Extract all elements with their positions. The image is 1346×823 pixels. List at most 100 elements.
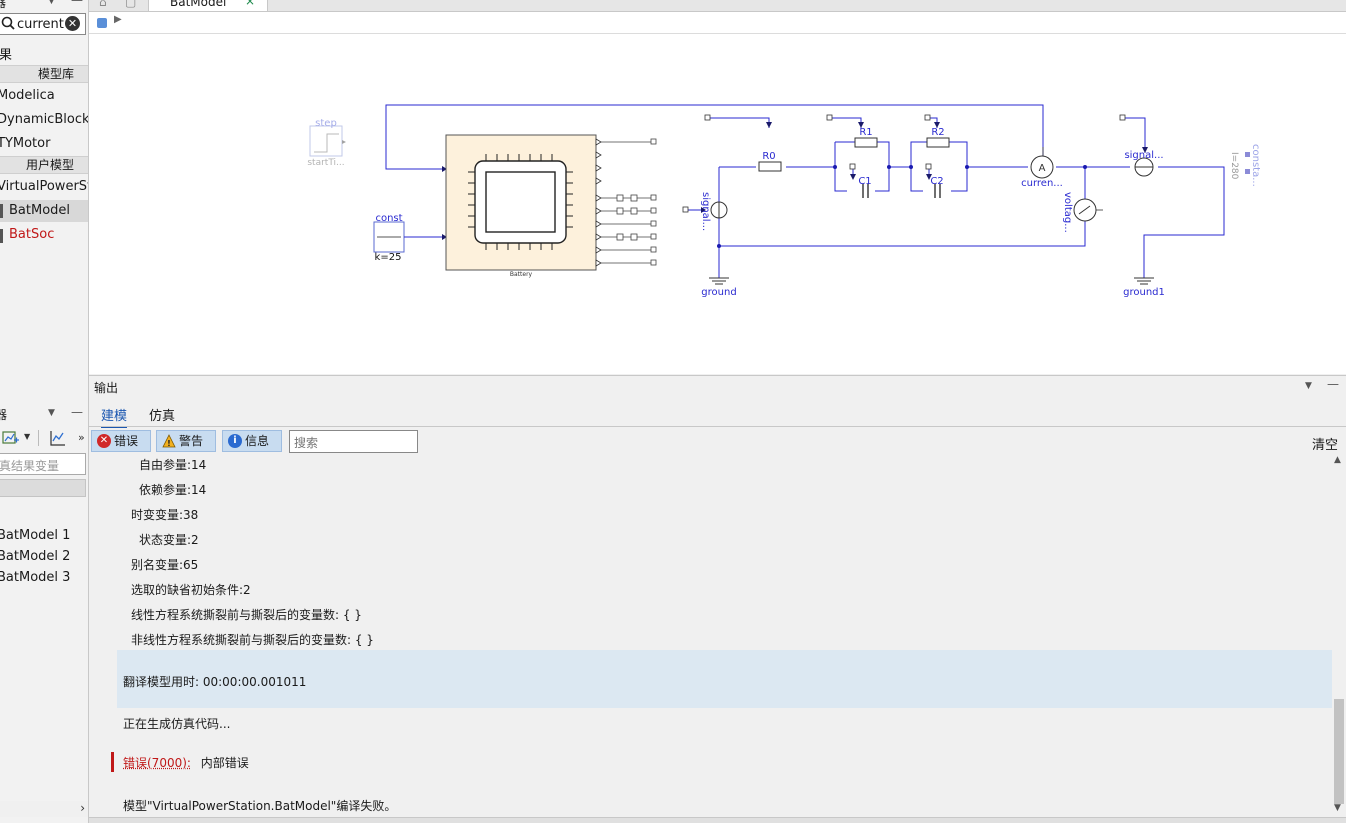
breadcrumb: ▶ xyxy=(89,12,1346,34)
signal-current-label: signal... xyxy=(1124,150,1163,161)
svg-text:A: A xyxy=(1039,163,1046,174)
package-icon[interactable] xyxy=(97,18,107,28)
section-model-library[interactable]: 模型库 xyxy=(0,65,88,83)
tree-indent-line xyxy=(0,229,3,243)
r1-label: R1 xyxy=(859,127,872,138)
tree-indent-line xyxy=(0,204,3,218)
more-icon[interactable]: » xyxy=(78,431,85,444)
log-vertical-scrollbar[interactable]: ▲ ▼ xyxy=(1332,455,1346,817)
scroll-thumb[interactable] xyxy=(1334,699,1344,804)
tab-nav-icon[interactable]: ⌂ xyxy=(99,0,107,9)
step-param: startTi... xyxy=(307,158,344,168)
chevron-down-icon[interactable]: ▼ xyxy=(48,408,55,418)
horizontal-scrollbar[interactable]: › xyxy=(0,801,88,817)
signal-voltage-source[interactable]: signal... xyxy=(682,192,728,231)
tree-item-batmodel[interactable]: BatModel xyxy=(0,200,88,222)
const-param: k=25 xyxy=(375,252,402,263)
minimize-icon[interactable]: — xyxy=(1327,377,1339,391)
browser-title: 器 xyxy=(0,0,6,11)
new-plot-icon[interactable] xyxy=(2,430,22,446)
tab-simulation[interactable]: 仿真 xyxy=(149,405,175,427)
close-icon[interactable]: × xyxy=(245,0,255,8)
ground-label: ground xyxy=(701,287,736,298)
dropdown-arrow-icon[interactable]: ▼ xyxy=(24,432,30,441)
tab-nav-icon[interactable]: ▢ xyxy=(125,0,136,9)
ground[interactable]: ground xyxy=(701,271,737,298)
scroll-down-icon[interactable]: ▼ xyxy=(1334,803,1341,813)
result-item-3[interactable]: BatModel 3 xyxy=(0,570,70,585)
tree-item-virtualpowerstation[interactable]: VirtualPowerStation xyxy=(0,179,88,194)
chart-icon[interactable] xyxy=(50,430,66,446)
log-line: 依赖参量:14 xyxy=(139,483,207,497)
info-icon: i xyxy=(228,434,242,448)
variables-title-bar: 器 ▼ — xyxy=(0,405,88,423)
capacitor-c2[interactable]: C2 xyxy=(925,163,944,198)
log-line: 正在生成仿真代码... xyxy=(123,717,231,731)
model-browser-panel: 器 ▼ — current ✕ 果 模型库 Modelica DynamicBl… xyxy=(0,0,89,823)
filter-info-button[interactable]: i 信息 xyxy=(222,430,282,452)
const-label: const xyxy=(375,213,402,224)
chevron-down-icon[interactable]: ▼ xyxy=(1305,381,1312,391)
tree-item-dynamicblocks[interactable]: DynamicBlocks xyxy=(0,112,88,127)
error-message: 内部错误 xyxy=(200,756,249,770)
warning-icon: ! xyxy=(162,434,176,448)
const-block[interactable]: const k=25 xyxy=(373,213,447,263)
log-search-input[interactable] xyxy=(289,430,418,453)
clear-search-icon[interactable]: ✕ xyxy=(65,16,80,31)
capacitor-c1[interactable]: C1 xyxy=(849,163,872,198)
battery-label: Battery xyxy=(510,271,533,278)
current-sensor[interactable]: A curren... xyxy=(1021,147,1063,189)
c1-label: C1 xyxy=(858,176,871,187)
error-marker xyxy=(111,752,114,772)
editor-tab-strip: ⌂ ▢ BatModel × xyxy=(89,0,1346,12)
tab-batmodel[interactable]: BatModel × xyxy=(148,0,268,11)
section-user-models[interactable]: 用户模型 xyxy=(0,156,88,174)
voltage-label: voltag... xyxy=(1062,192,1073,233)
ground1[interactable]: ground1 xyxy=(1123,271,1165,298)
r0-label: R0 xyxy=(762,151,775,162)
variable-search-input[interactable]: 真结果变量 xyxy=(0,453,86,475)
battery-block[interactable]: Battery xyxy=(445,134,657,278)
resistor-r0[interactable]: R0 xyxy=(704,114,782,172)
voltage-sensor[interactable]: voltag... xyxy=(1062,192,1103,233)
signal-voltage-label: signal... xyxy=(700,192,711,231)
variables-toolbar: ▼ » xyxy=(2,430,88,448)
library-search-input[interactable]: current ✕ xyxy=(0,13,86,35)
clear-button[interactable]: 清空 xyxy=(1312,434,1338,453)
tab-label: BatModel xyxy=(170,0,227,9)
log-line: 非线性方程系统撕裂前与撕裂后的变量数: { } xyxy=(131,633,374,647)
minimize-icon[interactable]: — xyxy=(71,0,83,7)
log-line: 别名变量:65 xyxy=(131,558,199,572)
log-line: 自由参量:14 xyxy=(139,458,207,472)
r2-label: R2 xyxy=(931,127,944,138)
constant-block[interactable]: consta... I=280 xyxy=(1229,144,1261,187)
scroll-right-icon[interactable]: › xyxy=(80,801,85,815)
error-icon: ✕ xyxy=(97,434,111,448)
minimize-icon[interactable]: — xyxy=(71,405,83,419)
result-item-2[interactable]: BatModel 2 xyxy=(0,549,70,564)
error-code-link[interactable]: 错误(7000): xyxy=(123,756,191,770)
ground1-label: ground1 xyxy=(1123,287,1165,298)
step-block[interactable]: step startTi... xyxy=(307,118,346,168)
browser-title-bar: 器 ▼ — xyxy=(0,0,88,11)
result-item-1[interactable]: BatModel 1 xyxy=(0,528,70,543)
tree-item-modelica[interactable]: Modelica xyxy=(0,88,55,103)
chevron-down-icon[interactable]: ▼ xyxy=(48,0,55,6)
constant-param: I=280 xyxy=(1229,152,1239,180)
error-log-line: 错误(7000): 内部错误 xyxy=(123,754,249,771)
output-tabs: 建模 仿真 xyxy=(89,400,1346,429)
diagram-canvas[interactable]: step startTi... const k=25 Battery R0 R1… xyxy=(89,34,1346,374)
tree-item-tymotor[interactable]: TYMotor xyxy=(0,136,50,151)
log-line: 状态变量:2 xyxy=(139,533,199,547)
tab-modeling[interactable]: 建模 xyxy=(101,405,128,429)
filter-error-button[interactable]: ✕ 错误 xyxy=(91,430,151,452)
chevron-right-icon[interactable]: ▶ xyxy=(114,14,122,25)
log-line: 线性方程系统撕裂前与撕裂后的变量数: { } xyxy=(131,608,362,622)
tree-item-batsoc[interactable]: BatSoc xyxy=(0,227,54,242)
log-area: 自由参量:14 依赖参量:14 时变变量:38 状态变量:2 别名变量:65 选… xyxy=(89,455,1332,817)
scroll-up-icon[interactable]: ▲ xyxy=(1334,455,1341,465)
library-search-value: current xyxy=(17,17,64,32)
log-line: 模型"VirtualPowerStation.BatModel"编译失败。 xyxy=(123,799,397,813)
constant-label: consta... xyxy=(1250,144,1261,187)
filter-warning-button[interactable]: ! 警告 xyxy=(156,430,216,452)
